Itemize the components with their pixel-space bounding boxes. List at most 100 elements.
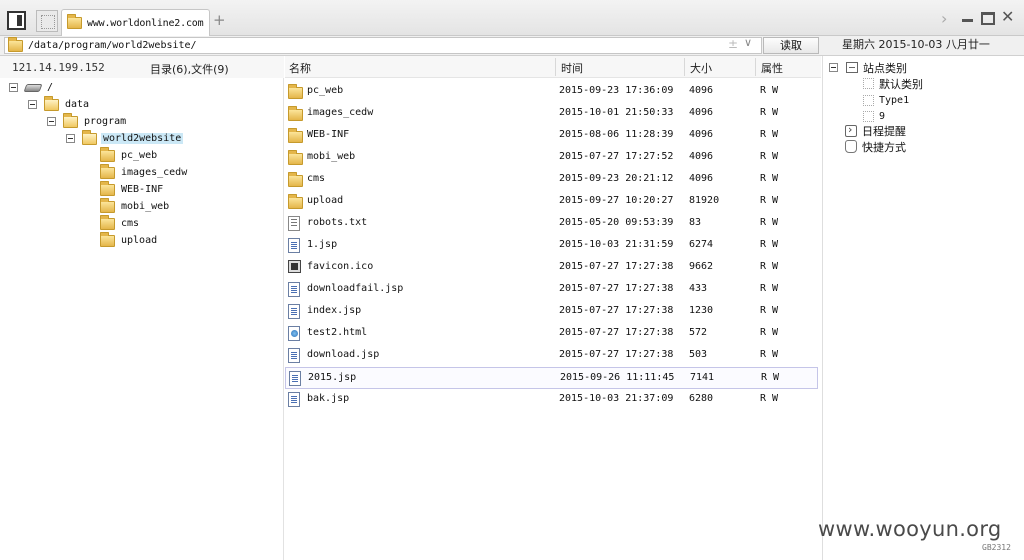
file-time: 2015-09-27 10:20:27 <box>559 195 674 206</box>
server-ip: 121.14.199.152 <box>12 61 105 74</box>
tree-node-program[interactable]: program <box>47 112 128 129</box>
file-row[interactable]: 1.jsp 2015-10-03 21:31:59 6274 R W <box>285 235 818 257</box>
collapse-icon[interactable] <box>47 117 56 126</box>
path-input[interactable] <box>28 40 708 51</box>
panel-toggle-button[interactable] <box>7 11 26 30</box>
file-row[interactable]: pc_web 2015-09-23 17:36:09 4096 R W <box>285 81 818 103</box>
path-field[interactable] <box>4 36 762 54</box>
file-row[interactable]: 2015.jsp 2015-09-26 11:11:45 7141 R W <box>285 367 818 389</box>
file-time: 2015-07-27 17:27:38 <box>559 305 674 316</box>
file-name: WEB-INF <box>307 129 350 140</box>
schedule-node[interactable]: 日程提醒 <box>845 123 906 138</box>
folder-icon <box>100 180 115 196</box>
tree-node-child[interactable]: mobi_web <box>100 197 171 214</box>
file-row[interactable]: upload 2015-09-27 10:20:27 81920 R W <box>285 191 818 213</box>
collapse-icon[interactable] <box>28 100 37 109</box>
minimize-button[interactable] <box>961 11 975 25</box>
plus-icon[interactable]: ± <box>728 37 738 51</box>
file-row[interactable]: bak.jsp 2015-10-03 21:37:09 6280 R W <box>285 389 818 411</box>
html-file-icon <box>288 326 300 341</box>
column-time[interactable]: 时间 <box>561 60 583 78</box>
folder-icon <box>100 231 115 247</box>
file-row[interactable]: images_cedw 2015-10-01 21:50:33 4096 R W <box>285 103 818 125</box>
folder-icon <box>288 128 303 143</box>
file-size: 81920 <box>689 195 720 206</box>
tree-node-child[interactable]: WEB-INF <box>100 180 165 197</box>
tree-label: WEB-INF <box>121 184 164 195</box>
file-row[interactable]: cms 2015-09-23 20:21:12 4096 R W <box>285 169 818 191</box>
chevron-right-icon[interactable]: › <box>941 9 947 28</box>
folder-icon <box>8 36 23 52</box>
collapse-icon[interactable] <box>829 63 838 72</box>
file-name: favicon.ico <box>307 261 374 272</box>
file-time: 2015-07-27 17:27:38 <box>559 261 674 272</box>
file-time: 2015-09-26 11:11:45 <box>560 372 675 383</box>
tree-label: cms <box>121 218 140 229</box>
file-size: 4096 <box>689 173 714 184</box>
file-name: pc_web <box>307 85 344 96</box>
column-name[interactable]: 名称 <box>289 60 311 78</box>
tree-node-website[interactable]: world2website <box>66 129 184 146</box>
read-button[interactable]: 读取 <box>763 37 819 54</box>
file-size: 4096 <box>689 85 714 96</box>
column-divider[interactable] <box>755 58 756 76</box>
column-divider[interactable] <box>555 58 556 76</box>
folder-icon <box>288 172 303 187</box>
tree-node-child[interactable]: pc_web <box>100 146 159 163</box>
category-item[interactable]: 默认类别 <box>863 76 923 91</box>
file-row[interactable]: test2.html 2015-07-27 17:27:38 572 R W <box>285 323 818 345</box>
file-name: cms <box>307 173 326 184</box>
checkbox[interactable] <box>863 78 874 89</box>
category-label: Type1 <box>879 95 910 106</box>
tree-node-child[interactable]: upload <box>100 231 159 248</box>
collapse-icon[interactable] <box>66 134 75 143</box>
file-name: test2.html <box>307 327 368 338</box>
tree-label: world2website <box>101 133 184 144</box>
file-time: 2015-09-23 17:36:09 <box>559 85 674 96</box>
file-attr: R W <box>760 239 779 250</box>
jsp-file-icon <box>288 348 300 363</box>
collapse-icon[interactable] <box>9 83 18 92</box>
file-attr: R W <box>760 261 779 272</box>
file-time: 2015-09-23 20:21:12 <box>559 173 674 184</box>
file-row[interactable]: index.jsp 2015-07-27 17:27:38 1230 R W <box>285 301 818 323</box>
file-row[interactable]: favicon.ico 2015-07-27 17:27:38 9662 R W <box>285 257 818 279</box>
file-attr: R W <box>761 372 780 383</box>
file-name: downloadfail.jsp <box>307 283 404 294</box>
tree-label: / <box>47 82 54 93</box>
tree-node-root[interactable]: / <box>9 80 55 95</box>
column-divider[interactable] <box>684 58 685 76</box>
tab-site[interactable]: www.worldonline2.com <box>61 9 210 36</box>
tree-node-child[interactable]: images_cedw <box>100 163 189 180</box>
tree-node-child[interactable]: cms <box>100 214 141 231</box>
file-row[interactable]: download.jsp 2015-07-27 17:27:38 503 R W <box>285 345 818 367</box>
file-size: 572 <box>689 327 708 338</box>
checkbox[interactable] <box>863 95 874 106</box>
home-tab-button[interactable] <box>36 10 58 32</box>
tree-node-data[interactable]: data <box>28 95 91 112</box>
close-button[interactable]: ✕ <box>1001 9 1015 25</box>
file-row[interactable]: mobi_web 2015-07-27 17:27:52 4096 R W <box>285 147 818 169</box>
column-size[interactable]: 大小 <box>690 60 712 78</box>
folder-icon <box>100 146 115 162</box>
checkbox[interactable] <box>863 111 874 122</box>
column-attr[interactable]: 属性 <box>761 60 783 78</box>
image-file-icon <box>288 260 301 273</box>
file-attr: R W <box>760 85 779 96</box>
date-display: 星期六 2015-10-03 八月廿一 <box>842 38 990 51</box>
file-attr: R W <box>760 173 779 184</box>
file-row[interactable]: downloadfail.jsp 2015-07-27 17:27:38 433 R … <box>285 279 818 301</box>
folder-icon <box>288 194 303 209</box>
file-size: 7141 <box>690 372 715 383</box>
new-tab-button[interactable]: + <box>213 11 226 29</box>
file-time: 2015-07-27 17:27:38 <box>559 327 674 338</box>
file-row[interactable]: WEB-INF 2015-08-06 11:28:39 4096 R W <box>285 125 818 147</box>
file-row[interactable]: robots.txt 2015-05-20 09:53:39 83 R W <box>285 213 818 235</box>
chevron-down-icon[interactable]: ∨ <box>744 36 752 49</box>
category-item[interactable]: Type1 <box>863 93 909 108</box>
file-attr: R W <box>760 195 779 206</box>
maximize-button[interactable] <box>981 12 995 25</box>
shortcuts-node[interactable]: 快捷方式 <box>845 139 906 154</box>
site-category-node[interactable]: 站点类别 <box>829 60 907 75</box>
folder-icon <box>67 14 82 29</box>
